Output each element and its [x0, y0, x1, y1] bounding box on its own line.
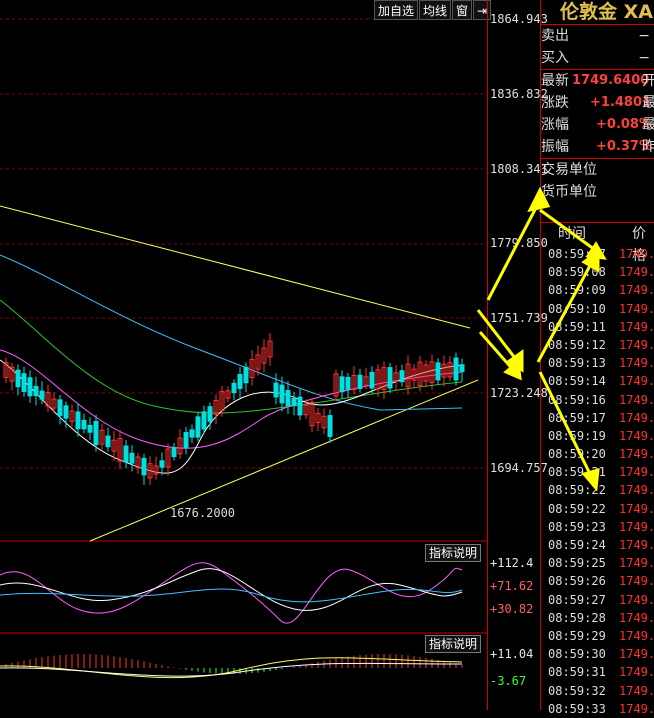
min-price-label: 1676.2000	[170, 506, 236, 520]
candle-body	[81, 419, 87, 430]
sell-row: 卖出 −	[541, 28, 650, 44]
indicator2-level: -3.67	[490, 674, 527, 688]
tick-header: 时间 价格	[558, 226, 646, 264]
candle-body	[435, 362, 441, 381]
tick-row: 08:59:211749.6	[548, 465, 654, 480]
buy-row: 买入 −	[541, 50, 650, 66]
tick-row: 08:59:111749.6	[548, 319, 654, 334]
candle-body	[285, 389, 291, 407]
tick-row: 08:59:121749.6	[548, 337, 654, 352]
tick-list[interactable]: 时间 价格 08:59:071749.5 08:59:081749.5 08:59:…	[540, 222, 654, 718]
tick-row: 08:59:311749.6	[548, 665, 654, 680]
candle-body	[297, 396, 303, 416]
tick-row: 08:59:251749.5	[548, 556, 654, 571]
window-button[interactable]: 窗	[452, 0, 473, 20]
add-favorite-button[interactable]: 加自选	[374, 0, 419, 20]
tick-row: 08:59:191749.6	[548, 428, 654, 443]
candle-body	[123, 445, 129, 463]
candle-body	[39, 390, 45, 400]
indicator-help-button[interactable]: 指标说明	[425, 544, 482, 562]
indicator2-level: +11.04	[490, 647, 534, 661]
candle-body	[171, 446, 177, 458]
candle-body	[273, 382, 279, 398]
tick-row: 08:59:281749.6	[548, 610, 654, 625]
indicator-line	[0, 562, 463, 624]
kline-chart[interactable]	[0, 0, 488, 710]
tick-row: 08:59:161749.6	[548, 392, 654, 407]
ma-line	[0, 254, 463, 411]
tick-row: 08:59:141749.6	[548, 374, 654, 389]
candle-body	[57, 399, 63, 417]
indicator1-level: +30.82	[490, 602, 534, 616]
candle-body	[327, 415, 333, 437]
candle-body	[93, 420, 99, 446]
candle-body	[279, 384, 285, 404]
indicator-line	[0, 657, 463, 679]
tick-row: 08:59:131749.6	[548, 356, 654, 371]
pct-row: 涨幅 +0.08% 最	[541, 117, 654, 133]
tick-row: 08:59:071749.5	[548, 247, 654, 261]
candle-body	[369, 371, 375, 389]
tick-row: 08:59:241749.6	[548, 538, 654, 552]
candle-body	[231, 382, 237, 394]
ma-line	[0, 359, 463, 474]
indicator-help-button[interactable]: 指标说明	[425, 635, 482, 653]
candle-body	[387, 367, 393, 389]
candle-body	[345, 376, 351, 390]
tick-row: 08:59:291749.6	[548, 628, 654, 643]
ma-line	[0, 299, 463, 414]
price-axis: 1864.943 1836.832 1808.341 1779.850 1751…	[487, 0, 548, 710]
candle-body	[237, 374, 243, 389]
instrument-title: 伦敦金 XA	[560, 1, 653, 23]
candle-body	[189, 429, 195, 438]
candle-body	[159, 460, 165, 468]
tick-row: 08:59:171749.6	[548, 410, 654, 425]
tick-row: 08:59:081749.5	[548, 265, 654, 280]
tick-row: 08:59:301749.6	[548, 647, 654, 662]
tick-row: 08:59:331749.6	[548, 701, 654, 716]
change-row: 涨跌 +1.4801 最	[541, 95, 654, 111]
candle-body	[291, 398, 297, 406]
indicator-line	[0, 662, 463, 677]
candle-body	[459, 364, 465, 373]
candle-body	[21, 373, 27, 393]
tick-row: 08:59:271749.6	[548, 592, 654, 607]
candle-body	[15, 369, 21, 388]
candle-body	[201, 411, 207, 430]
candle-body	[87, 424, 93, 433]
candle-body	[207, 406, 213, 422]
candle-body	[105, 435, 111, 448]
candle-body	[339, 376, 345, 393]
moving-average-button[interactable]: 均线	[419, 0, 452, 20]
trend-line	[0, 205, 471, 329]
tick-row: 08:59:201749.4	[548, 447, 654, 462]
tick-row: 08:59:321749.6	[548, 683, 654, 698]
tick-row: 08:59:221749.6	[548, 483, 654, 498]
indicator1-level: +112.4	[490, 556, 534, 570]
candle-body	[453, 357, 459, 381]
tick-row: 08:59:261749.6	[548, 574, 654, 589]
candle-body	[195, 416, 201, 438]
tick-row: 08:59:231749.6	[548, 519, 654, 534]
candle-body	[183, 432, 189, 448]
currency-row: 货币单位	[541, 184, 597, 200]
candle-body	[63, 405, 69, 419]
tick-row: 08:59:091749.5	[548, 283, 654, 298]
indicator1-level: +71.62	[490, 579, 534, 593]
amplitude-row: 振幅 +0.37% 昨	[541, 139, 654, 155]
candle-body	[33, 385, 39, 397]
tick-row: 08:59:221749.6	[548, 501, 654, 516]
candle-body	[27, 377, 33, 397]
ma-line	[0, 349, 463, 449]
candle-body	[243, 366, 249, 384]
unit-row: 交易单位	[541, 162, 597, 178]
chart-toolbar: 加自选 均线 窗 ⇥	[374, 0, 492, 20]
candle-body	[141, 457, 147, 476]
tick-row: 08:59:101749.6	[548, 301, 654, 316]
last-row: 最新 1749.6400 开	[541, 73, 654, 89]
candle-body	[357, 374, 363, 389]
candle-body	[399, 370, 405, 383]
candle-body	[75, 411, 81, 430]
candle-body	[129, 452, 135, 464]
